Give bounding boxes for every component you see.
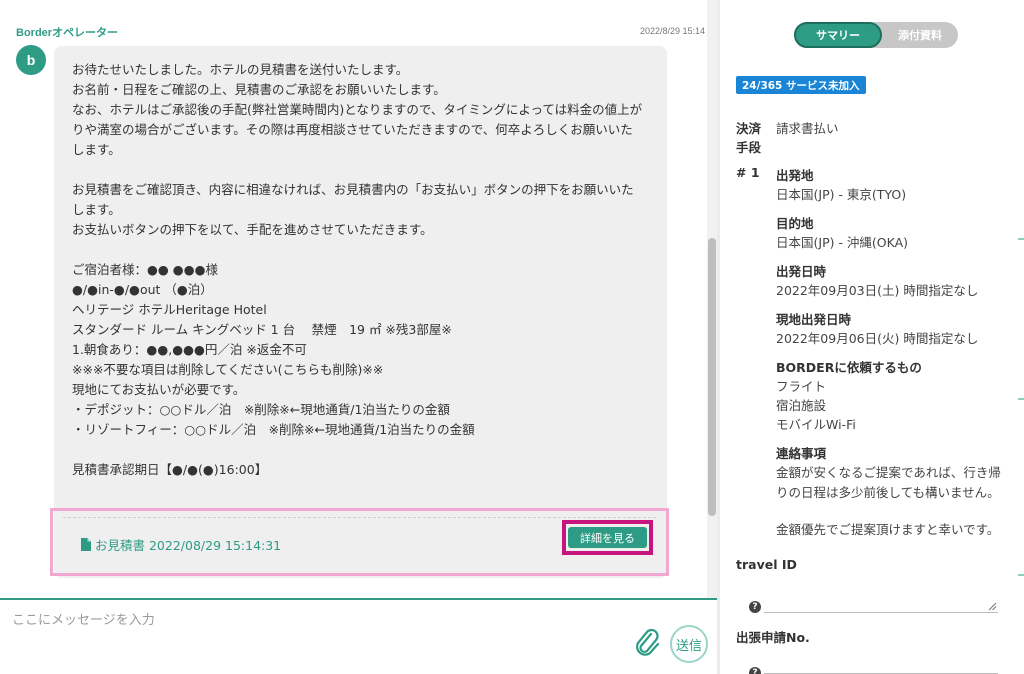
- message-line: なお、ホテルはご承認後の手配(弊社営業時間内)となりますので、タイミングによって…: [72, 102, 643, 117]
- notes-label: 連絡事項: [776, 446, 827, 461]
- notes-line: 金額優先でご提案頂けますと幸いです。: [776, 522, 1000, 537]
- estimate-document-link[interactable]: お見積書 2022/08/29 15:14:31: [81, 535, 281, 554]
- message-line: [72, 160, 652, 180]
- message-line: 現地にてお支払いが必要です。: [72, 382, 246, 397]
- sender-name: Borderオペレーター: [16, 27, 119, 39]
- request-item: 宿泊施設: [776, 398, 827, 413]
- message-input[interactable]: [12, 608, 612, 632]
- attachment-highlight-box: お見積書 2022/08/29 15:14:31 詳細を見る: [50, 508, 669, 576]
- right-edge-indicators: [1018, 0, 1024, 674]
- chat-scrollbar-thumb[interactable]: [708, 238, 716, 516]
- message-line: スタンダード ルーム キングベッド 1 台 禁煙 19 ㎡ ※残3部屋※: [72, 322, 452, 337]
- detail-button-highlight: 詳細を見る: [562, 520, 653, 555]
- message-composer: 送信: [0, 598, 717, 674]
- message-line: 1.朝食あり：●●,●●●円／泊 ※返金不可: [72, 342, 307, 357]
- request-item: モバイルWi-Fi: [776, 417, 856, 432]
- item-number: # 1: [736, 165, 760, 180]
- destination-value: 日本国(JP) - 沖縄(OKA): [776, 235, 909, 250]
- payment-method-value: 請求書払い: [776, 121, 839, 136]
- message-line: ※※※不要な項目は削除してください(こちらも削除)※※: [72, 362, 384, 377]
- message-line: します。: [72, 202, 121, 217]
- message-line: ヘリテージ ホテルHeritage Hotel: [72, 302, 267, 317]
- chat-scroll-area[interactable]: Borderオペレーター 2022/8/29 15:14 b お待たせいたしまし…: [0, 0, 717, 600]
- message-line: お支払いボタンの押下を以て、手配を進めさせていただきます。: [72, 222, 433, 237]
- summary-panel: サマリー 添付資料 24/365 サービス未加入 決済 手段 請求書払い # 1…: [720, 0, 1020, 674]
- request-item: フライト: [776, 379, 827, 394]
- travel-id-field[interactable]: [764, 612, 998, 613]
- help-icon[interactable]: ?: [749, 601, 761, 613]
- chat-pane: Borderオペレーター 2022/8/29 15:14 b お待たせいたしまし…: [0, 0, 717, 674]
- avatar: b: [16, 45, 46, 75]
- edge-indicator: [1018, 238, 1024, 240]
- estimate-document-label: お見積書 2022/08/29 15:14:31: [95, 538, 282, 553]
- chat-scrollbar[interactable]: [707, 0, 717, 600]
- summary-tab-toggle: サマリー 添付資料: [794, 22, 958, 48]
- message-line: します。: [72, 142, 121, 157]
- departure-label: 出発地: [776, 168, 814, 183]
- paperclip-icon[interactable]: [634, 628, 662, 660]
- travel-id-label: travel ID: [736, 557, 797, 572]
- request-label: BORDERに依頼するもの: [776, 360, 922, 375]
- message-timestamp: 2022/8/29 15:14: [639, 26, 705, 36]
- message-line: ・デポジット：○○ドル／泊 ※削除※←現地通貨/1泊当たりの金額: [72, 402, 450, 417]
- message-line: お見積書をご確認頂き、内容に相違なければ、お見積書内の「お支払い」ボタンの押下を…: [72, 182, 634, 197]
- message-bubble: お待たせいたしました。ホテルの見積書を送付いたします。お名前・日程をご確認の上、…: [54, 46, 667, 578]
- message-line: [72, 240, 652, 260]
- payment-method-label-1: 決済: [736, 121, 762, 136]
- message-line: ご宿泊者様：●● ●●●様: [72, 262, 219, 277]
- message-line: ・リゾートフィー：○○ドル／泊 ※削除※←現地通貨/1泊当たりの金額: [72, 422, 475, 437]
- payment-method-label-2: 手段: [736, 140, 762, 155]
- attachment-divider: [63, 517, 656, 518]
- tab-attachments[interactable]: 添付資料: [882, 22, 958, 48]
- departure-value: 日本国(JP) - 東京(TYO): [776, 187, 907, 202]
- tab-summary[interactable]: サマリー: [794, 22, 882, 48]
- message-line: お名前・日程をご確認の上、見積書のご承認をお願いいたします。: [72, 82, 446, 97]
- message-body: お待たせいたしました。ホテルの見積書を送付いたします。お名前・日程をご確認の上、…: [72, 60, 652, 480]
- edge-indicator: [1018, 574, 1024, 576]
- notes-line: りの日程は多少前後しても構いません。: [776, 485, 1000, 500]
- resize-handle-icon[interactable]: [988, 602, 997, 611]
- service-status-badge: 24/365 サービス未加入: [736, 76, 866, 94]
- destination-label: 目的地: [776, 216, 814, 231]
- message-line: お待たせいたしました。ホテルの見積書を送付いたします。: [72, 62, 409, 77]
- view-details-button[interactable]: 詳細を見る: [568, 527, 647, 548]
- departure-date-label: 出発日時: [776, 264, 827, 279]
- message-line: りや満室の場合がございます。その際は再度相談させていただきますので、何卒よろしく…: [72, 122, 633, 137]
- business-trip-no-label: 出張申請No.: [736, 630, 810, 645]
- local-departure-value: 2022年09月06日(火) 時間指定なし: [776, 331, 979, 346]
- document-icon: [81, 538, 91, 551]
- message-line: [72, 440, 652, 460]
- notes-line: 金額が安くなるご提案であれば、行き帰: [776, 465, 1001, 480]
- local-departure-label: 現地出発日時: [776, 312, 852, 327]
- help-icon[interactable]: ?: [749, 667, 761, 674]
- message-line: ●/●in-●/●out （●泊）: [72, 282, 213, 297]
- edge-indicator: [1018, 398, 1024, 400]
- message-line: 見積書承認期日【●/●(●)16:00】: [72, 462, 268, 477]
- send-button[interactable]: 送信: [670, 625, 708, 663]
- departure-date-value: 2022年09月03日(土) 時間指定なし: [776, 283, 979, 298]
